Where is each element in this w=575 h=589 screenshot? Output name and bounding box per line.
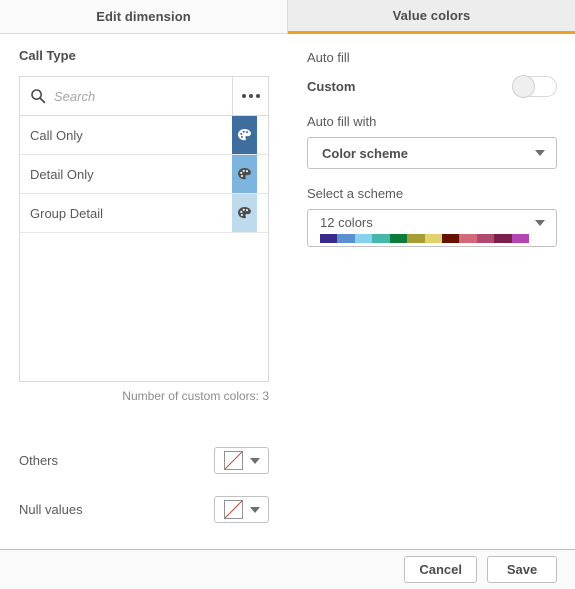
kebab-dot (241, 94, 246, 98)
tab-value-colors[interactable]: Value colors (288, 0, 575, 34)
dialog-body: Call Type Search Call Only Detail Only G… (0, 34, 575, 549)
scheme-color-chip (354, 234, 373, 243)
table-row[interactable]: Call Only (20, 116, 268, 155)
scheme-color-chip (494, 234, 512, 243)
tab-bar: Edit dimension Value colors (0, 0, 575, 34)
scheme-color-chip (459, 234, 477, 243)
custom-toggle-row: Custom (307, 75, 557, 98)
left-panel: Call Type Search Call Only Detail Only G… (0, 34, 288, 549)
tab-value-colors-label: Value colors (392, 8, 471, 23)
listbox-rows: Call Only Detail Only Group Detail (20, 116, 268, 381)
auto-fill-with-label: Auto fill with (307, 114, 377, 129)
auto-fill-label: Auto fill (307, 50, 350, 65)
others-row: Others (19, 447, 269, 474)
auto-fill-with-select[interactable]: Color scheme (307, 137, 557, 169)
dialog-footer: Cancel Save (0, 549, 575, 589)
tab-edit-dimension[interactable]: Edit dimension (0, 0, 288, 33)
auto-fill-with-value: Color scheme (322, 145, 408, 161)
custom-colors-count: Number of custom colors: 3 (122, 389, 269, 403)
null-values-row: Null values (19, 496, 269, 523)
list-item-label: Group Detail (30, 205, 103, 221)
scheme-color-chip (441, 234, 460, 243)
value-listbox: Search Call Only Detail Only Group Detai… (19, 76, 269, 382)
palette-icon (238, 206, 251, 218)
scheme-color-chip (320, 234, 338, 243)
color-swatch-group-detail[interactable] (232, 194, 257, 232)
chevron-down-icon (535, 150, 545, 156)
toggle-knob (512, 75, 535, 98)
scheme-color-chip (372, 234, 390, 243)
chevron-down-icon (249, 457, 260, 464)
kebab-dot (248, 94, 253, 98)
scheme-color-chip (389, 234, 408, 243)
palette-icon (238, 128, 251, 140)
right-panel: Auto fill Custom Auto fill with Color sc… (288, 34, 575, 549)
scheme-color-chip (424, 234, 442, 243)
list-item-label: Detail Only (30, 166, 94, 182)
dimension-title: Call Type (19, 48, 76, 63)
no-color-icon (223, 500, 243, 519)
null-values-label: Null values (19, 502, 83, 517)
custom-label: Custom (307, 79, 356, 94)
color-swatch-detail-only[interactable] (232, 155, 257, 193)
others-label: Others (19, 453, 59, 468)
kebab-menu-icon[interactable] (233, 77, 268, 115)
search-input[interactable]: Search (20, 77, 233, 115)
select-scheme-label: Select a scheme (307, 186, 404, 201)
search-placeholder: Search (54, 88, 96, 104)
cancel-button[interactable]: Cancel (404, 556, 477, 583)
listbox-search-row: Search (20, 77, 268, 116)
scheme-color-chip (511, 234, 530, 243)
color-swatch-call-only[interactable] (232, 116, 257, 154)
table-row[interactable]: Group Detail (20, 194, 268, 233)
custom-toggle-switch[interactable] (512, 75, 557, 98)
scheme-color-chip (337, 234, 355, 243)
scheme-select-top: 12 colors (320, 215, 545, 230)
scheme-color-chip (476, 234, 495, 243)
scheme-color-chip (407, 234, 425, 243)
others-color-picker[interactable] (214, 447, 269, 474)
tab-edit-dimension-label: Edit dimension (96, 9, 191, 24)
table-row[interactable]: Detail Only (20, 155, 268, 194)
chevron-down-icon (249, 506, 260, 513)
chevron-down-icon (535, 219, 545, 226)
kebab-dot (255, 94, 260, 98)
list-item-label: Call Only (30, 127, 83, 143)
null-values-color-picker[interactable] (214, 496, 269, 523)
scheme-color-strip (320, 234, 530, 243)
scheme-value: 12 colors (320, 215, 373, 230)
no-color-icon (223, 451, 243, 470)
scheme-select[interactable]: 12 colors (307, 209, 557, 247)
save-button[interactable]: Save (487, 556, 557, 583)
search-icon (31, 89, 46, 104)
palette-icon (238, 167, 251, 179)
